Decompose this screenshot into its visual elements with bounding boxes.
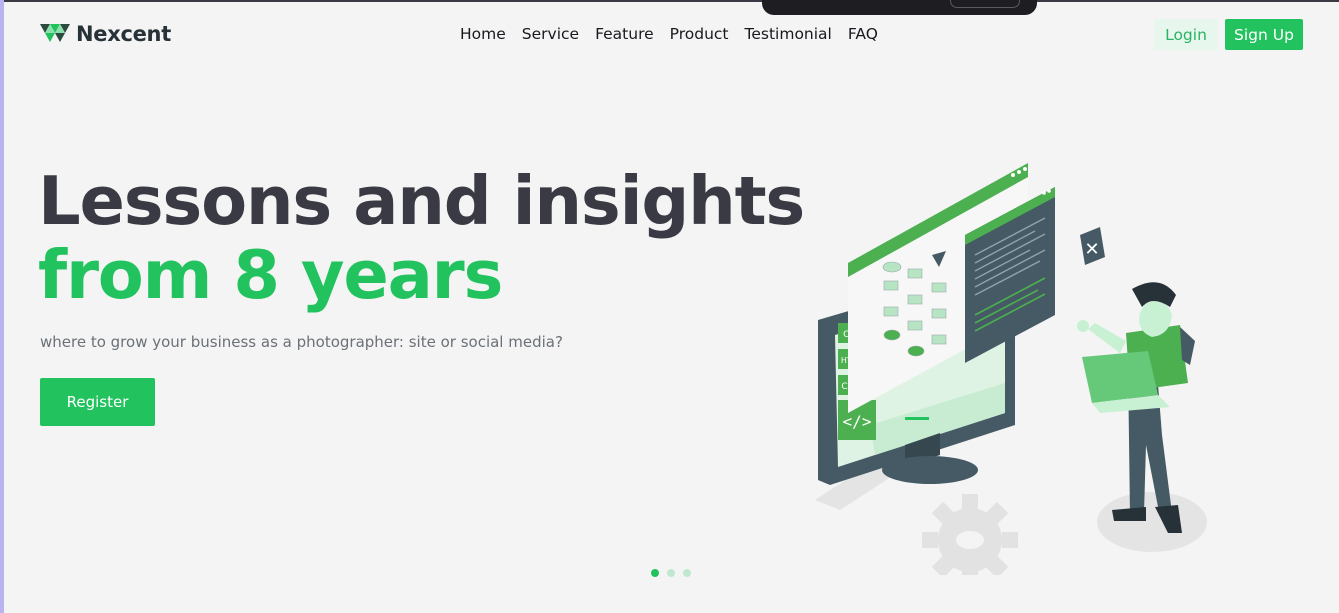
developer-illustration: CSS HTML C++ </> bbox=[815, 163, 1207, 575]
svg-text:✕: ✕ bbox=[1084, 239, 1099, 260]
nav-home[interactable]: Home bbox=[452, 24, 514, 44]
screen-notch bbox=[762, 0, 1037, 15]
hero-title-line2: from 8 years bbox=[38, 236, 503, 314]
nav-testimonial[interactable]: Testimonial bbox=[737, 24, 840, 44]
close-icon: ✕ bbox=[1080, 227, 1105, 265]
svg-text:</>: </> bbox=[843, 412, 872, 431]
register-button[interactable]: Register bbox=[40, 378, 155, 426]
main-nav: Home Service Feature Product Testimonial… bbox=[452, 24, 886, 44]
carousel-dot-1[interactable] bbox=[651, 569, 659, 577]
carousel-dots bbox=[651, 569, 691, 577]
nav-product[interactable]: Product bbox=[662, 24, 737, 44]
window-left-border bbox=[0, 0, 4, 613]
nav-feature[interactable]: Feature bbox=[587, 24, 662, 44]
nav-faq[interactable]: FAQ bbox=[840, 24, 886, 44]
notch-pill bbox=[950, 0, 1020, 8]
brand-logo[interactable]: Nexcent bbox=[40, 22, 171, 46]
signup-button[interactable]: Sign Up bbox=[1225, 19, 1303, 50]
brand-name: Nexcent bbox=[76, 22, 171, 46]
logo-icon bbox=[40, 24, 70, 42]
nav-service[interactable]: Service bbox=[514, 24, 587, 44]
carousel-dot-2[interactable] bbox=[667, 569, 675, 577]
login-button[interactable]: Login bbox=[1154, 19, 1218, 50]
hero-subtitle: where to grow your business as a photogr… bbox=[40, 333, 563, 351]
carousel-dot-3[interactable] bbox=[683, 569, 691, 577]
hero-title-line1: Lessons and insights bbox=[38, 162, 805, 240]
window-top-border bbox=[0, 0, 1339, 2]
gear-icon bbox=[922, 494, 1018, 575]
